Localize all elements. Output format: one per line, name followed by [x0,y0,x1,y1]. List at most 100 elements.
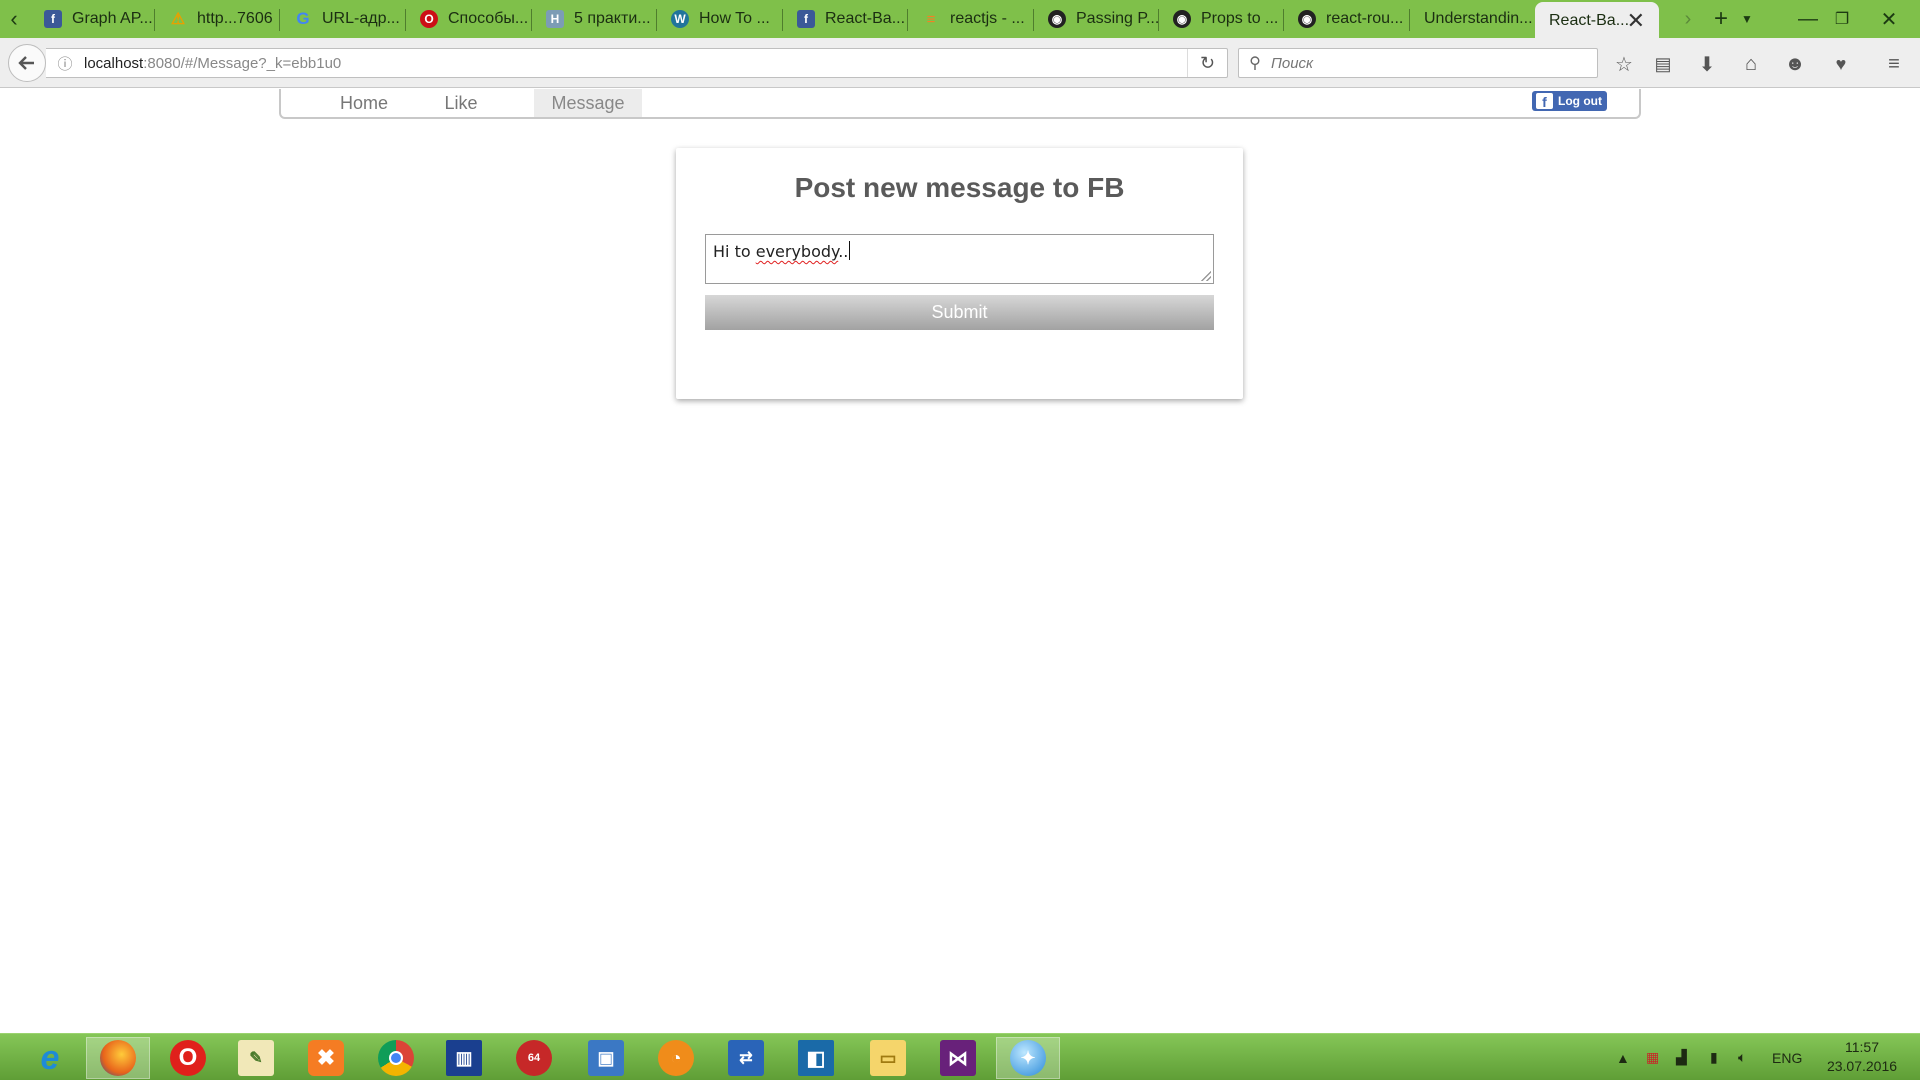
search-icon: ⚲ [1249,55,1261,72]
navigation-toolbar: ⓘ localhost:8080/#/Message?_k=ebb1u0 ↻ ⚲… [0,38,1920,88]
github-icon: ◉ [1298,10,1316,28]
tab-label: Passing P... [1076,10,1159,27]
notepad-icon[interactable]: ✎ [224,1037,288,1079]
tab-label: How To ... [699,10,770,27]
text-caret [849,241,851,260]
tab-label: 5 практи... [574,10,651,27]
tab-close-icon[interactable]: ✕ [1627,8,1645,34]
tab-label: http...7606 [197,10,273,27]
github-icon: ◉ [1173,10,1191,28]
tab-label: reactjs - ... [950,10,1025,27]
opera-icon: O [420,10,438,28]
language-indicator[interactable]: ENG [1772,1034,1802,1081]
tab-label: URL-адр... [322,10,400,27]
firefox-icon[interactable] [86,1037,150,1079]
logout-label: Log out [1558,94,1602,108]
tab-label: react-rou... [1326,10,1404,27]
show-hidden-icons-icon[interactable]: ▲ [1616,1034,1630,1081]
tab-understanding[interactable]: Understandin... [1410,0,1535,38]
tab-5-praktik[interactable]: H 5 практи... [532,0,657,38]
terminal-icon[interactable]: ◧ [784,1037,848,1079]
network-error-icon[interactable]: ▦ [1646,1034,1659,1081]
tab-sposoby[interactable]: O Способы... [406,0,532,38]
card-title: Post new message to FB [794,172,1125,203]
message-textarea[interactable]: Hi to everybody.. [705,234,1214,284]
nav-message-link[interactable]: Message [534,89,642,117]
tab-strip: ‹ f Graph AP... ⚠ http...7606 G URL-адр.… [0,0,1920,40]
tab-passing-props[interactable]: ◉ Passing P... [1034,0,1159,38]
resize-grip-icon[interactable] [1201,271,1211,281]
url-text[interactable]: localhost:8080/#/Message?_k=ebb1u0 [84,55,1187,72]
tab-label: React-Ba... [1549,12,1630,29]
home-icon[interactable]: ⌂ [1737,50,1765,78]
facebook-icon: f [1536,93,1553,109]
reload-icon[interactable]: ↻ [1187,49,1227,77]
battery-icon[interactable]: ▮ [1710,1034,1718,1081]
stackoverflow-icon: ≡ [926,10,936,28]
info-icon[interactable]: ⓘ [46,53,84,74]
tab-react-ba-1[interactable]: f React-Ba... [783,0,908,38]
url-bar[interactable]: ⓘ localhost:8080/#/Message?_k=ebb1u0 ↻ [46,48,1228,78]
vpn-icon[interactable]: ◔ [644,1037,708,1079]
tab-react-ba-active[interactable]: React-Ba... ✕ [1535,2,1659,40]
tab-label: React-Ba... [825,10,906,27]
internet-explorer-icon[interactable]: e [18,1037,82,1079]
facebook-icon: f [797,10,815,28]
clock[interactable]: 11:57 23.07.2016 [1810,1038,1914,1076]
warning-icon: ⚠ [170,11,186,28]
tab-http[interactable]: ⚠ http...7606 [155,0,280,38]
network-icon[interactable]: ⇄ [714,1037,778,1079]
tab-scroll-right-icon[interactable]: › [1670,0,1706,38]
tab-reactjs[interactable]: ≡ reactjs - ... [908,0,1034,38]
tab-label: Graph AP... [72,10,153,27]
tab-scroll-left-icon[interactable]: ‹ [0,0,28,38]
facebook-icon: f [44,10,62,28]
search-input[interactable] [1271,54,1571,72]
file-manager-icon[interactable]: ▥ [432,1037,496,1079]
globe-icon[interactable]: ✦ [996,1037,1060,1079]
close-window-icon[interactable]: ✕ [1864,0,1914,38]
fb-logout-button[interactable]: f Log out [1532,91,1607,111]
clock-date: 23.07.2016 [1826,1058,1898,1074]
opera-icon[interactable]: O [156,1037,220,1079]
wordpress-icon: W [671,10,689,28]
folder-icon[interactable]: ▭ [856,1037,920,1079]
pocket-icon[interactable]: ♥ [1827,50,1855,78]
chrome-icon[interactable] [364,1037,428,1079]
app-red-icon[interactable]: 64 [502,1037,566,1079]
app-navbar: Home Like Message f Log out [279,89,1641,119]
back-button[interactable] [8,44,46,82]
arrow-left-icon [18,56,34,70]
page-content: Home Like Message f Log out Post new mes… [0,89,1920,1033]
tab-react-router[interactable]: ◉ react-rou... [1284,0,1410,38]
tab-label: Способы... [448,10,529,27]
volume-icon[interactable]: 🔈︎ [1738,1034,1746,1081]
computer-icon[interactable]: ▣ [574,1037,638,1079]
google-icon: G [296,9,310,28]
habr-icon: H [546,10,564,28]
menu-icon[interactable]: ≡ [1880,50,1908,78]
github-icon: ◉ [1048,10,1066,28]
hello-chat-icon[interactable]: ☻ [1781,50,1809,78]
tab-label: Understandin... [1424,10,1533,27]
download-icon[interactable]: ⬇ [1693,50,1721,78]
post-message-card: Post new message to FB Hi to everybody..… [676,148,1243,399]
bookmark-star-icon[interactable]: ☆ [1610,50,1638,78]
windows-taskbar: e O ✎ ✖ ▥ 64 ▣ ◔ ⇄ ◧ ▭ ⋈ ✦ ▲ ▦ ▟ ▮ 🔈︎ EN… [0,1033,1920,1080]
tab-list-dropdown-icon[interactable]: ▼ [1732,0,1762,38]
nav-like-link[interactable]: Like [421,89,501,117]
bookmarks-list-icon[interactable]: ▤ [1649,50,1677,78]
search-bar[interactable]: ⚲ [1238,48,1598,78]
nav-home-link[interactable]: Home [321,89,407,117]
visual-studio-icon[interactable]: ⋈ [926,1037,990,1079]
tab-graph-api[interactable]: f Graph AP... [30,0,155,38]
xampp-icon[interactable]: ✖ [294,1037,358,1079]
clock-time: 11:57 [1845,1039,1879,1055]
tab-label: Props to ... [1201,10,1279,27]
tab-url-address[interactable]: G URL-адр... [280,0,406,38]
signal-icon[interactable]: ▟ [1676,1034,1687,1081]
tab-how-to[interactable]: W How To ... [657,0,783,38]
submit-button[interactable]: Submit [705,295,1214,330]
restore-icon[interactable]: ❐ [1820,0,1864,38]
tab-props-to[interactable]: ◉ Props to ... [1159,0,1284,38]
